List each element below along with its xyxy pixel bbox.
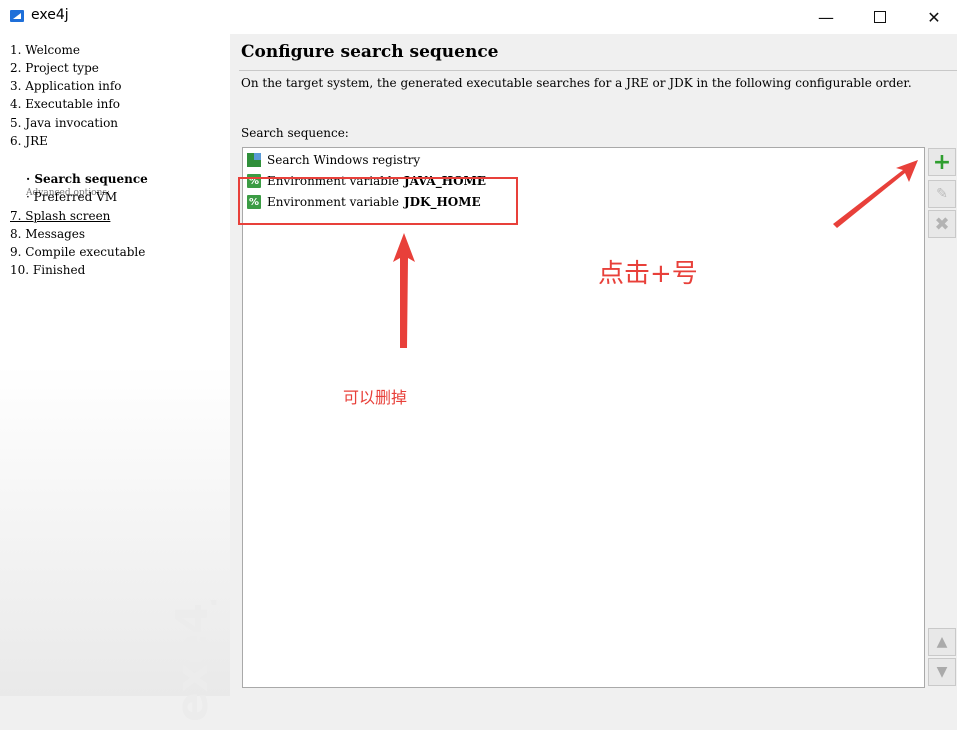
step-search-sequence[interactable]: · Search sequence [26,171,148,187]
step-splash-screen[interactable]: 7. Splash screen [10,208,110,224]
step-welcome[interactable]: 1. Welcome [10,42,80,58]
step-finished[interactable]: 10. Finished [10,262,85,278]
close-button[interactable]: ✕ [911,0,957,34]
annotation-click-plus: 点击+号 [598,259,698,289]
step-java-invocation[interactable]: 5. Java invocation [10,115,118,131]
edit-icon: ✎ [936,186,948,202]
maximize-icon [874,11,886,23]
move-up-button[interactable]: ▲ [928,628,956,656]
move-down-button[interactable]: ▼ [928,658,956,686]
chevron-down-icon: ▼ [936,664,948,680]
search-sequence-list[interactable]: Search Windows registry % Environment va… [242,147,925,688]
step-executable-info[interactable]: 4. Executable info [10,96,120,112]
plus-icon: + [932,149,952,175]
annotation-highlight-box [238,177,518,225]
step-application-info[interactable]: 3. Application info [10,78,122,94]
delete-entry-button[interactable]: ✖ [928,210,956,238]
step-messages[interactable]: 8. Messages [10,226,85,242]
maximize-button[interactable] [857,0,903,34]
minimize-icon: — [818,7,834,27]
delete-icon: ✖ [934,213,950,235]
step-compile-executable[interactable]: 9. Compile executable [10,244,145,260]
title-bar: exe4j — ✕ [0,0,957,34]
edit-entry-button[interactable]: ✎ [928,180,956,208]
page-description: On the target system, the generated exec… [241,76,912,90]
exe4j-app-icon [10,10,24,22]
title-divider [239,70,957,71]
list-item-text: Search Windows registry [267,153,421,167]
add-entry-button[interactable]: + [928,148,956,176]
search-sequence-label: Search sequence: [241,126,349,140]
wizard-steps-sidebar: 1. Welcome 2. Project type 3. Applicatio… [0,34,230,722]
page-title: Configure search sequence [241,42,499,62]
window-title: exe4j [31,7,69,23]
annotation-can-delete: 可以删掉 [343,388,408,407]
registry-icon [247,153,261,167]
minimize-button[interactable]: — [803,0,849,34]
step-preferred-vm[interactable]: · Preferred VM [26,189,117,205]
step-jre[interactable]: 6. JRE [10,133,48,149]
main-panel: Configure search sequence On the target … [231,34,957,696]
exe4j-watermark-logo: exe4j [168,600,218,722]
chevron-up-icon: ▲ [936,634,948,650]
close-icon: ✕ [927,7,941,27]
list-item[interactable]: Search Windows registry [247,150,420,170]
step-project-type[interactable]: 2. Project type [10,60,99,76]
